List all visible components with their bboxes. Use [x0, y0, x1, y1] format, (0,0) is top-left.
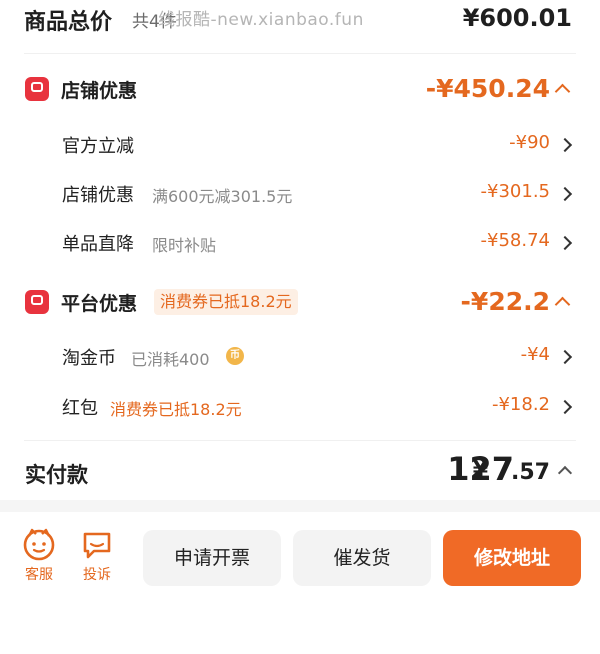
discount-amount: -¥301.5 [480, 181, 550, 202]
discount-amount: -¥58.74 [480, 230, 550, 251]
divider [24, 53, 576, 54]
discount-row-red-packet[interactable]: 红包 消费券已抵18.2元 -¥18.2 [0, 392, 600, 420]
chevron-up-icon[interactable] [554, 296, 571, 313]
chevron-right-icon[interactable] [557, 349, 573, 365]
discount-label: 官方立减 [62, 136, 134, 157]
discount-row-shop[interactable]: 店铺优惠 满600元减301.5元 -¥301.5 [0, 179, 600, 207]
discount-amount: -¥18.2 [491, 394, 550, 415]
chevron-right-icon[interactable] [557, 235, 573, 251]
total-price-amount: ¥600.01 [462, 4, 572, 32]
complaint-button[interactable]: 投诉 [75, 527, 119, 587]
shop-discount-amount: -¥450.24 [425, 74, 550, 103]
platform-discount-title: 平台优惠 [61, 293, 138, 315]
payment-row[interactable]: 实付款 ¥ 127 .57 [0, 450, 600, 492]
discount-label: 红包 [62, 398, 98, 419]
chat-bubble-icon [83, 532, 111, 559]
discount-row-official[interactable]: 官方立减 -¥90 [0, 130, 600, 158]
total-price-row: 商品总价 共4件 线报酷-new.xianbao.fun ¥600.01 [0, 0, 600, 44]
edit-address-button[interactable]: 修改地址 [443, 530, 581, 586]
chevron-up-icon[interactable] [557, 465, 573, 481]
chevron-right-icon[interactable] [557, 186, 573, 202]
customer-service-icon [23, 528, 55, 561]
discount-rule: 满600元减301.5元 [152, 187, 293, 206]
discount-label: 单品直降 [62, 234, 134, 255]
divider [24, 440, 576, 441]
discount-amount: -¥4 [520, 344, 550, 365]
watermark: 线报酷-new.xianbao.fun [158, 10, 364, 30]
discount-amount: -¥90 [509, 132, 550, 153]
bottom-bar-divider [0, 500, 600, 512]
discount-rule: 限时补贴 [152, 236, 217, 255]
coins-used: 已消耗400 [131, 350, 210, 369]
platform-discount-icon [25, 290, 49, 314]
platform-discount-header[interactable]: 平台优惠 消费券已抵18.2元 -¥22.2 [0, 286, 600, 318]
shop-discount-title: 店铺优惠 [61, 80, 138, 102]
customer-service-button[interactable]: 客服 [17, 527, 61, 587]
platform-discount-amount: -¥22.2 [460, 287, 550, 316]
rush-shipping-button[interactable]: 催发货 [293, 530, 431, 586]
red-packet-note: 消费券已抵18.2元 [110, 400, 242, 419]
chevron-up-icon[interactable] [554, 83, 571, 100]
payment-decimal: .57 [511, 460, 550, 485]
shop-discount-header[interactable]: 店铺优惠 -¥450.24 [0, 74, 600, 106]
discount-row-item[interactable]: 单品直降 限时补贴 -¥58.74 [0, 228, 600, 256]
chevron-right-icon[interactable] [557, 399, 573, 415]
shop-discount-icon [25, 77, 49, 101]
customer-service-label: 客服 [25, 567, 53, 583]
payment-label: 实付款 [25, 463, 88, 487]
discount-label: 店铺优惠 [62, 185, 134, 206]
coin-icon: 币 [226, 347, 244, 365]
total-price-label: 商品总价 [24, 10, 113, 35]
chevron-right-icon[interactable] [557, 137, 573, 153]
platform-discount-tag: 消费券已抵18.2元 [154, 289, 298, 315]
payment-integer: 127 [447, 450, 514, 488]
request-invoice-button[interactable]: 申请开票 [143, 530, 281, 586]
discount-label: 淘金币 [62, 348, 116, 369]
complaint-label: 投诉 [83, 567, 111, 583]
discount-row-coins[interactable]: 淘金币 已消耗400 币 -¥4 [0, 342, 600, 370]
